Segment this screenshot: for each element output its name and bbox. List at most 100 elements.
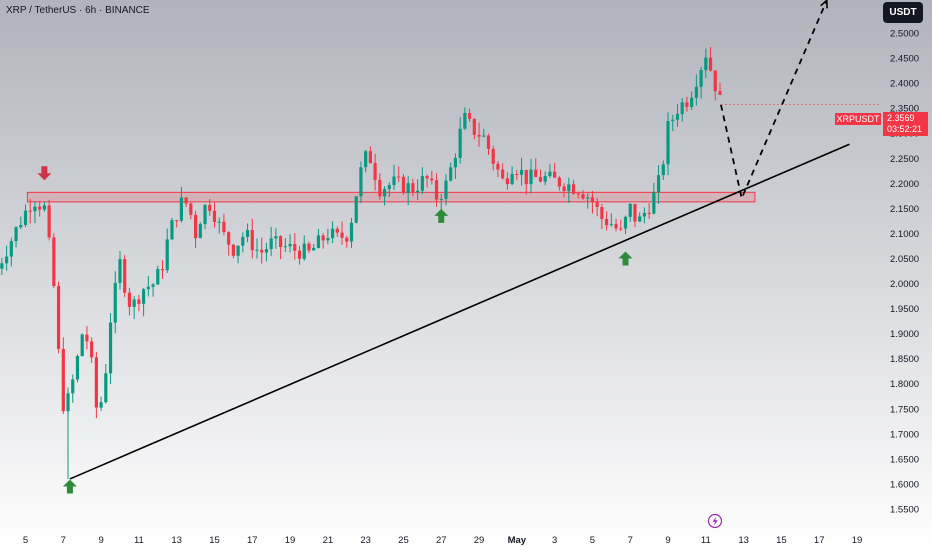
candle-body bbox=[75, 356, 80, 380]
candle-body bbox=[321, 235, 325, 241]
y-axis-tick-label: 2.4500 bbox=[890, 54, 919, 65]
candle-body bbox=[420, 176, 424, 191]
candle-body bbox=[104, 373, 108, 403]
y-axis-tick-label: 1.5500 bbox=[890, 505, 919, 516]
x-axis-tick-label: May bbox=[508, 535, 527, 546]
candle-body bbox=[340, 232, 344, 238]
candle-body bbox=[638, 216, 642, 222]
candle-body bbox=[19, 224, 23, 228]
candle-body bbox=[349, 222, 354, 242]
currency-selector[interactable]: USDT bbox=[883, 2, 923, 23]
candle-body bbox=[236, 245, 240, 256]
y-axis-tick-label: 2.0000 bbox=[890, 279, 919, 290]
candle-body bbox=[501, 169, 505, 179]
chart-container[interactable]: 2.55002.50002.45002.40002.35002.30002.25… bbox=[0, 0, 932, 550]
candle-body bbox=[203, 204, 207, 225]
x-axis-tick-label: 11 bbox=[134, 535, 144, 546]
candle-body bbox=[132, 299, 136, 307]
y-axis-tick-label: 2.2500 bbox=[890, 154, 919, 165]
candle-body bbox=[609, 224, 613, 226]
candle-body bbox=[307, 243, 311, 251]
candle-body bbox=[378, 179, 382, 197]
candle-body bbox=[586, 197, 590, 199]
x-axis-tick-label: 7 bbox=[628, 535, 633, 546]
candle-body bbox=[52, 237, 56, 287]
x-axis-tick-label: 15 bbox=[209, 535, 220, 546]
candle-body bbox=[85, 334, 89, 342]
candle-body bbox=[675, 113, 680, 120]
x-axis-tick-label: 5 bbox=[23, 535, 28, 546]
candle bbox=[47, 199, 51, 241]
candle-body bbox=[283, 246, 287, 248]
candle-body bbox=[444, 180, 448, 199]
candle-body bbox=[411, 183, 415, 193]
candle-body bbox=[387, 185, 391, 190]
x-axis-tick-label: 13 bbox=[738, 535, 749, 546]
y-axis-tick-label: 1.7500 bbox=[890, 404, 919, 415]
x-axis-tick-label: 19 bbox=[285, 535, 296, 546]
candle-body bbox=[628, 203, 632, 217]
candle-body bbox=[38, 206, 42, 210]
candle-body bbox=[184, 197, 188, 204]
candle-body bbox=[453, 158, 458, 168]
y-axis-tick-label: 2.5000 bbox=[890, 29, 919, 40]
candle-body bbox=[600, 207, 604, 220]
candle-body bbox=[567, 184, 571, 192]
candle-body bbox=[680, 102, 684, 114]
candle-body bbox=[108, 322, 113, 374]
candle-body bbox=[264, 249, 269, 253]
candle-body bbox=[288, 244, 292, 247]
candle bbox=[354, 195, 358, 224]
candle-body bbox=[656, 175, 661, 193]
candle-body bbox=[56, 286, 61, 349]
candle-body bbox=[160, 269, 165, 271]
candle-body bbox=[212, 210, 217, 222]
candle-body bbox=[359, 167, 363, 197]
candle-body bbox=[699, 69, 703, 87]
candle-body bbox=[397, 176, 401, 178]
y-axis-tick-label: 1.9500 bbox=[890, 304, 919, 315]
x-axis-tick-label: 13 bbox=[171, 535, 182, 546]
candle-body bbox=[543, 176, 547, 182]
candle-body bbox=[434, 180, 439, 200]
y-axis-tick-label: 1.8000 bbox=[890, 379, 919, 390]
candle-body bbox=[463, 113, 467, 129]
candle-body bbox=[260, 249, 264, 253]
candle-body bbox=[505, 178, 509, 185]
candle-body bbox=[496, 163, 500, 170]
candle bbox=[75, 354, 80, 383]
candle-body bbox=[33, 206, 37, 212]
candle-body bbox=[557, 177, 561, 187]
candle-body bbox=[694, 86, 698, 98]
candle-body bbox=[316, 235, 321, 248]
last-price-symbol-tag: XRPUSDT bbox=[835, 113, 881, 125]
candle-body bbox=[71, 379, 75, 394]
candle bbox=[123, 255, 127, 298]
candle-body bbox=[392, 176, 396, 186]
candle-body bbox=[269, 238, 273, 250]
candle-body bbox=[137, 299, 141, 304]
candle-body bbox=[515, 173, 519, 175]
resistance-zone[interactable] bbox=[26, 191, 756, 203]
candle-body bbox=[227, 232, 231, 245]
candle-body bbox=[439, 198, 443, 200]
candle-body bbox=[250, 230, 254, 251]
candle-body bbox=[217, 221, 221, 223]
candle bbox=[401, 174, 406, 195]
candle-body bbox=[165, 239, 169, 271]
candle-body bbox=[279, 236, 283, 247]
y-axis-tick-label: 1.9000 bbox=[890, 329, 919, 340]
candle-body bbox=[425, 176, 429, 179]
candle-body bbox=[193, 214, 198, 239]
y-axis-tick-label: 2.0500 bbox=[890, 254, 919, 265]
x-axis-tick-label: 29 bbox=[474, 535, 485, 546]
price-chart[interactable]: 2.55002.50002.45002.40002.35002.30002.25… bbox=[0, 0, 932, 550]
candle-body bbox=[222, 221, 226, 233]
candle-body bbox=[330, 228, 335, 239]
candle-body bbox=[482, 135, 486, 137]
candle-body bbox=[368, 151, 372, 164]
candle-body bbox=[562, 186, 566, 192]
candle-body bbox=[538, 177, 543, 182]
candle-body bbox=[666, 121, 670, 165]
candle-body bbox=[661, 164, 665, 176]
